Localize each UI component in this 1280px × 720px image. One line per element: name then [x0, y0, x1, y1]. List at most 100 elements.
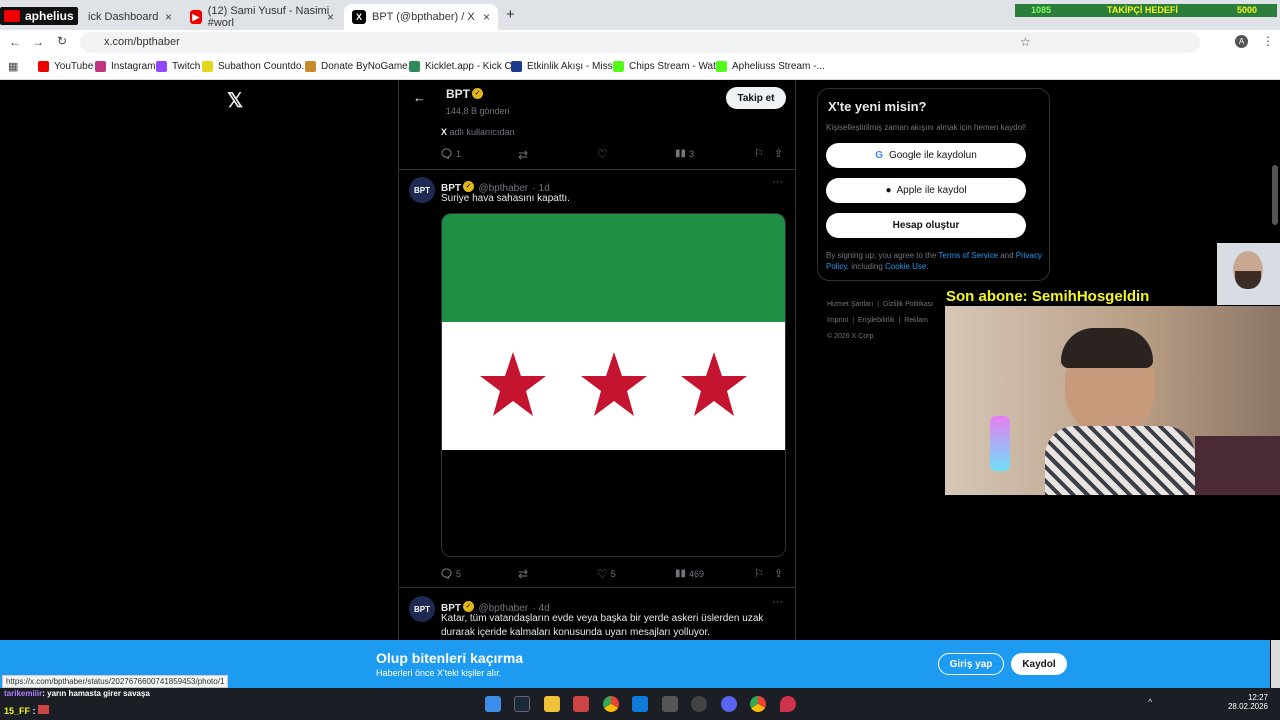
verified-badge-icon: ✓: [463, 601, 474, 613]
bookmark-chips[interactable]: Chips Stream - Wat...: [613, 61, 724, 72]
tab-youtube[interactable]: ▶ (12) Sami Yusuf - Nasimi #worl ×: [182, 4, 342, 30]
stream-logo: aphelius: [0, 7, 78, 25]
clock-date: 28.02.2026: [1227, 702, 1268, 711]
view-count: 469: [689, 568, 705, 579]
source-x: X: [441, 127, 448, 137]
chrome-icon[interactable]: [750, 696, 766, 712]
chrome-icon[interactable]: [603, 696, 619, 712]
app-icon[interactable]: [662, 696, 678, 712]
bookmark-label: Chips Stream - Wat...: [629, 61, 725, 72]
bookmark-label: Donate ByNoGame...: [321, 61, 417, 72]
retweet-button[interactable]: ⇄: [518, 148, 528, 162]
tab-label: (12) Sami Yusuf - Nasimi #worl: [207, 5, 330, 29]
retweet-button[interactable]: ⇄: [518, 567, 528, 581]
more-icon[interactable]: ···: [772, 176, 783, 188]
reload-icon[interactable]: ↻: [57, 34, 67, 48]
follower-target: 5000: [1237, 5, 1258, 15]
tweet-photo[interactable]: [441, 213, 786, 557]
tab-x[interactable]: X BPT (@bpthaber) / X ×: [344, 4, 498, 30]
app-icon[interactable]: [780, 696, 796, 712]
avatar[interactable]: BPT: [409, 177, 435, 203]
star-icon: [480, 352, 546, 416]
bookmark-twitch[interactable]: Twitch: [156, 61, 200, 72]
bookmark-button[interactable]: ⚐: [754, 567, 764, 580]
terms-link[interactable]: Terms of Service: [938, 251, 998, 260]
login-button[interactable]: Giriş yap: [938, 653, 1004, 675]
like-button[interactable]: ♡: [597, 147, 608, 161]
back-button[interactable]: ←: [413, 90, 426, 105]
footer-link[interactable]: Imprint: [827, 317, 848, 324]
tray-chevron-icon[interactable]: ^: [1148, 697, 1152, 707]
legal-part: , including: [846, 262, 883, 271]
bookmark-donate[interactable]: Donate ByNoGame...: [305, 61, 416, 72]
tweet-source: X adlı kullanıcıdan: [441, 127, 515, 137]
legal-part: .: [926, 262, 929, 271]
verified-badge-icon: ✓: [463, 181, 474, 193]
new-tab-button[interactable]: +: [506, 6, 515, 23]
scrollbar-thumb[interactable]: [1272, 165, 1278, 225]
star-icon: [681, 352, 747, 416]
tab-dashboard[interactable]: ick Dashboard ×: [80, 4, 180, 30]
star-icon: [581, 352, 647, 416]
file-explorer-icon[interactable]: [544, 696, 560, 712]
windows-start-icon[interactable]: [485, 696, 501, 712]
views-button[interactable]: ▮▮ 469: [675, 568, 704, 579]
address-bar[interactable]: x.com/bpthaber: [80, 32, 1200, 53]
bookmark-etkinlik[interactable]: Etkinlik Akışı - Miss...: [511, 61, 621, 72]
close-icon[interactable]: ×: [327, 10, 334, 24]
google-signup-button[interactable]: G Google ile kaydolun: [826, 143, 1026, 168]
create-account-button[interactable]: Hesap oluştur: [826, 213, 1026, 238]
app-icon[interactable]: [691, 696, 707, 712]
close-icon[interactable]: ×: [483, 10, 490, 24]
share-button[interactable]: ⇪: [774, 567, 783, 580]
forward-arrow-icon[interactable]: →: [32, 35, 44, 49]
more-icon[interactable]: ···: [772, 596, 783, 608]
x-home-logo-icon[interactable]: 𝕏: [227, 88, 243, 113]
follower-goal-bar: 1085 TAKİPÇİ HEDEFİ 5000: [1015, 4, 1277, 17]
flag-stars: [480, 352, 747, 416]
avatar[interactable]: BPT: [409, 596, 435, 622]
signup-subtitle: Kişiselleştirilmiş zaman akışını almak i…: [826, 123, 1027, 132]
views-button[interactable]: ▮▮ 3: [675, 148, 694, 159]
app-icon[interactable]: [573, 696, 589, 712]
bookmark-button[interactable]: ⚐: [754, 147, 764, 160]
discord-icon[interactable]: [721, 696, 737, 712]
scrollbar[interactable]: [1271, 640, 1280, 688]
bookmark-instagram[interactable]: Instagram: [95, 61, 155, 72]
apps-grid-icon[interactable]: ▦: [8, 60, 18, 73]
bookmark-star-icon[interactable]: ☆: [1020, 35, 1031, 49]
reply-button[interactable]: 1: [441, 148, 461, 159]
profile-header: BPT ✓ 144,8 B gönderi: [446, 85, 510, 116]
like-button[interactable]: ♡ 5: [597, 567, 616, 581]
bookmark-kicklet[interactable]: Kicklet.app - Kick C...: [409, 61, 520, 72]
bookmark-subathon[interactable]: Subathon Countdo...: [202, 61, 310, 72]
footer-link[interactable]: Hizmet Şartları: [827, 301, 873, 308]
profile-avatar-icon[interactable]: A: [1235, 35, 1248, 48]
reply-button[interactable]: 5: [441, 568, 461, 579]
x-logo-icon: X: [352, 10, 366, 24]
follow-button[interactable]: Takip et: [726, 87, 786, 109]
divider: [399, 587, 795, 588]
webcam-feed: [945, 306, 1280, 495]
bookmark-youtube[interactable]: YouTube: [38, 61, 93, 72]
app-icon[interactable]: [632, 696, 648, 712]
post-count: 144,8 B gönderi: [446, 106, 510, 116]
close-icon[interactable]: ×: [165, 10, 172, 24]
menu-icon[interactable]: ⋮: [1262, 34, 1274, 48]
footer-link[interactable]: Erişilebilirlik: [858, 317, 895, 324]
signup-button[interactable]: Kaydol: [1011, 653, 1067, 675]
chat-user: tarikemiiir: [4, 689, 43, 698]
apple-signup-button[interactable]: ● Apple ile kaydol: [826, 178, 1026, 203]
last-subscriber-text: Son abone: SemihHosgeldin: [946, 288, 1150, 305]
bookmark-aphelius[interactable]: Apheliuss Stream -...: [716, 61, 825, 72]
footer-link[interactable]: Reklam: [904, 317, 928, 324]
cookie-link[interactable]: Cookie Use: [885, 262, 926, 271]
footer-link[interactable]: Gizlilik Politikası: [883, 301, 933, 308]
clock[interactable]: 12:27 28.02.2026: [1218, 693, 1268, 711]
bookmark-label: Twitch: [172, 61, 201, 72]
steam-icon[interactable]: [514, 696, 530, 712]
back-arrow-icon[interactable]: ←: [9, 35, 21, 49]
verified-badge-icon: ✓: [472, 88, 483, 100]
like-count: 5: [610, 569, 616, 579]
share-button[interactable]: ⇪: [774, 147, 783, 160]
